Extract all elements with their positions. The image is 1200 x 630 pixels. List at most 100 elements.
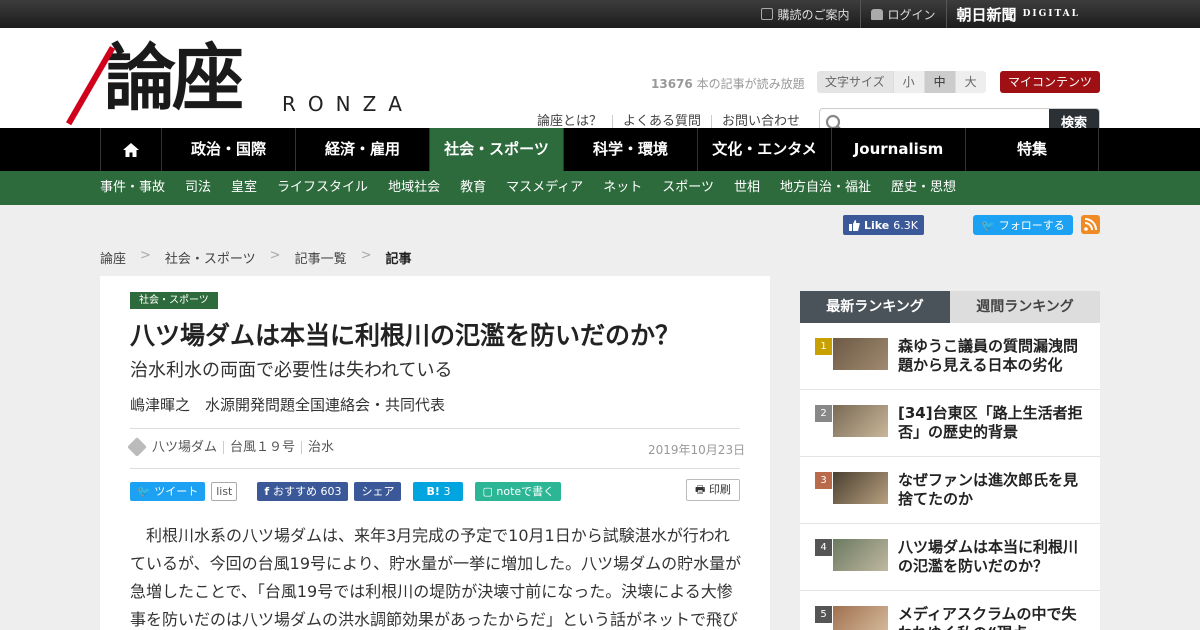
- nav-science[interactable]: 科学・環境: [563, 128, 697, 171]
- font-size-small[interactable]: 小: [892, 71, 924, 93]
- rank-number: 4: [815, 539, 832, 556]
- faq-link[interactable]: よくある質問: [612, 115, 711, 129]
- twitter-follow-button[interactable]: 🐦 フォローする: [973, 215, 1073, 235]
- ranking-item[interactable]: 2 [34]台東区「路上生活者拒否」の歴史的背景: [800, 390, 1100, 457]
- article-body: 利根川水系の八ツ場ダムは、来年3月完成の予定で10月1日から試験湛水が行われてい…: [130, 526, 742, 629]
- tag-link[interactable]: 八ツ場ダム: [152, 441, 223, 454]
- ranking-title: 八ツ場ダムは本当に利根川の氾濫を防いだのか？: [898, 538, 1079, 575]
- breadcrumb-list[interactable]: 記事一覧: [295, 248, 347, 267]
- tag-icon: [127, 437, 147, 457]
- ranking-thumbnail: [833, 606, 888, 630]
- ranking-item[interactable]: 3 なぜファンは進次郎氏を見捨てたのか: [800, 457, 1100, 524]
- article-author[interactable]: 嶋津暉之 水源開発問題全国連絡会・共同代表: [130, 394, 445, 415]
- hatena-bookmark-button[interactable]: B! 3: [413, 482, 464, 501]
- subnav-item[interactable]: ライフスタイル: [277, 171, 368, 205]
- subnav-item[interactable]: 事件・事故: [100, 171, 165, 205]
- subnav-item[interactable]: 地方自治・福祉: [780, 171, 871, 205]
- print-button[interactable]: 🖶 印刷: [686, 479, 740, 501]
- subnav-item[interactable]: マスメディア: [506, 171, 583, 205]
- breadcrumb-current: 記事: [385, 252, 412, 267]
- article-title: 八ツ場ダムは本当に利根川の氾濫を防いだのか？: [130, 321, 681, 350]
- article-subtitle: 治水利水の両面で必要性は失われている: [130, 360, 453, 381]
- edit-icon: [760, 8, 773, 20]
- ranking-title: [34]台東区「路上生活者拒否」の歴史的背景: [898, 404, 1083, 441]
- rank-number: 1: [815, 338, 832, 355]
- ranking-title: メディアスクラムの中で失われゆく私の“現点: [898, 605, 1077, 630]
- subnav-item[interactable]: 教育: [460, 171, 486, 205]
- font-size-large[interactable]: 大: [954, 71, 986, 93]
- top-bar: 購読のご案内 ログイン 朝日新聞 DIGITAL: [0, 0, 1200, 28]
- ranking-item[interactable]: 4 八ツ場ダムは本当に利根川の氾濫を防いだのか？: [800, 524, 1100, 591]
- ranking-title: 森ゆうこ議員の質問漏洩問題から見える日本の劣化: [898, 337, 1079, 374]
- nav-culture[interactable]: 文化・エンタメ: [697, 128, 831, 171]
- logo-kanji: 論座: [104, 35, 244, 120]
- nav-journalism[interactable]: Journalism: [831, 128, 965, 171]
- category-badge[interactable]: 社会・スポーツ: [130, 292, 218, 309]
- ranking-thumbnail: [833, 405, 888, 437]
- tag-list: 八ツ場ダム 台風１９号 治水: [127, 437, 340, 457]
- home-icon: [123, 142, 139, 157]
- nav-society-sports[interactable]: 社会・スポーツ: [429, 128, 563, 171]
- ranking-thumbnail: [833, 472, 888, 504]
- rank-number: 3: [815, 472, 832, 489]
- login-link[interactable]: ログイン: [861, 0, 947, 28]
- divider: [130, 468, 740, 469]
- facebook-recommend-button[interactable]: f おすすめ 603: [257, 482, 349, 501]
- subnav-item[interactable]: ネット: [603, 171, 642, 205]
- font-size-medium[interactable]: 中: [923, 71, 955, 93]
- tweet-button[interactable]: 🐦 ツイート: [130, 482, 206, 501]
- ranking-thumbnail: [833, 539, 888, 571]
- lock-icon: [870, 8, 883, 20]
- header-links: 論座とは？ よくある質問 お問い合わせ: [537, 115, 810, 129]
- ronza-logo[interactable]: 論座 RONZA: [66, 35, 444, 126]
- rss-icon[interactable]: [1081, 215, 1100, 234]
- breadcrumb-home[interactable]: 論座: [100, 248, 126, 267]
- sub-nav: 事件・事故 司法 皇室 ライフスタイル 地域社会 教育 マスメディア ネット ス…: [0, 171, 1200, 205]
- asahi-digital-logo[interactable]: 朝日新聞 DIGITAL: [947, 0, 1080, 28]
- thumbs-up-icon: [849, 219, 860, 231]
- article: 社会・スポーツ 八ツ場ダムは本当に利根川の氾濫を防いだのか？ 治水利水の両面で必…: [100, 276, 770, 630]
- rank-number: 2: [815, 405, 832, 422]
- publish-date: 2019年10月23日: [648, 443, 746, 457]
- subnav-item[interactable]: 皇室: [231, 171, 257, 205]
- facebook-like-button[interactable]: Like 6.3K: [843, 215, 924, 235]
- facebook-share-button[interactable]: シェア: [354, 482, 402, 501]
- breadcrumb-category[interactable]: 社会・スポーツ: [165, 248, 256, 267]
- share-bar: 🐦 ツイート list f おすすめ 603 シェア B! 3 ▢ noteで書…: [130, 482, 562, 501]
- tag-link[interactable]: 台風１９号: [223, 440, 301, 454]
- rank-number: 5: [815, 606, 832, 623]
- subnav-item[interactable]: 歴史・思想: [891, 171, 956, 205]
- ranking-panel: 最新ランキング 週間ランキング 1 森ゆうこ議員の質問漏洩問題から見える日本の劣…: [800, 291, 1100, 630]
- tab-weekly-ranking[interactable]: 週間ランキング: [950, 291, 1100, 323]
- contact-link[interactable]: お問い合わせ: [711, 115, 810, 129]
- nav-features[interactable]: 特集: [965, 128, 1099, 171]
- site-header: 論座 RONZA 13676 本の記事が読み放題 文字サイズ 小 中 大 マイコ…: [0, 28, 1200, 140]
- font-size-selector: 文字サイズ 小 中 大: [817, 71, 986, 93]
- nav-economy[interactable]: 経済・雇用: [295, 128, 429, 171]
- breadcrumb: 論座 > 社会・スポーツ > 記事一覧 > 記事: [100, 248, 412, 267]
- about-link[interactable]: 論座とは？: [537, 115, 612, 129]
- logo-latin: RONZA: [282, 92, 414, 116]
- twitter-bird-icon: 🐦: [981, 218, 995, 232]
- subnav-item[interactable]: 地域社会: [388, 171, 440, 205]
- ranking-thumbnail: [833, 338, 888, 370]
- note-icon: ▢: [482, 485, 497, 498]
- subscription-guide-link[interactable]: 購読のご案内: [751, 0, 861, 28]
- nav-home[interactable]: [100, 128, 161, 171]
- tag-link[interactable]: 治水: [301, 440, 340, 454]
- subnav-item[interactable]: 世相: [734, 171, 760, 205]
- tab-latest-ranking[interactable]: 最新ランキング: [800, 291, 950, 323]
- printer-icon: 🖶: [695, 483, 709, 496]
- facebook-icon: f: [264, 485, 273, 498]
- article-counter: 13676 本の記事が読み放題: [651, 77, 805, 91]
- ranking-item[interactable]: 5 メディアスクラムの中で失われゆく私の“現点: [800, 591, 1100, 630]
- nav-politics[interactable]: 政治・国際: [161, 128, 295, 171]
- divider: [130, 428, 740, 429]
- subnav-item[interactable]: スポーツ: [662, 171, 714, 205]
- ranking-item[interactable]: 1 森ゆうこ議員の質問漏洩問題から見える日本の劣化: [800, 323, 1100, 390]
- twitter-list-button[interactable]: list: [211, 482, 238, 501]
- ranking-title: なぜファンは進次郎氏を見捨てたのか: [898, 471, 1079, 508]
- subnav-item[interactable]: 司法: [185, 171, 211, 205]
- my-content-button[interactable]: マイコンテンツ: [1000, 71, 1100, 93]
- note-button[interactable]: ▢ noteで書く: [475, 482, 562, 501]
